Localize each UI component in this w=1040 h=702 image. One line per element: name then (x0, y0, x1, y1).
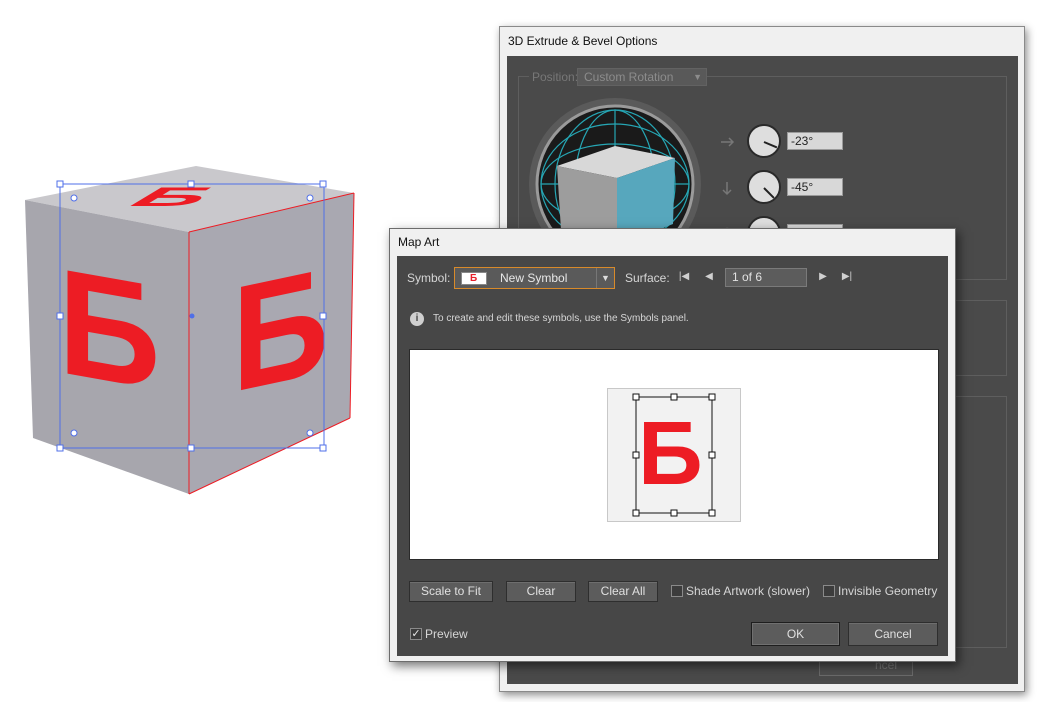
symbol-thumbnail: Б (461, 272, 487, 285)
rotation-x-field[interactable]: -23° (787, 132, 843, 150)
corner-widget (306, 429, 314, 437)
symbol-handle (708, 393, 716, 401)
rotate-y-icon (722, 182, 732, 196)
position-label: Position: (529, 70, 582, 84)
shade-artwork-label: Shade Artwork (slower) (686, 584, 811, 598)
selection-handle (319, 312, 327, 320)
shade-artwork-checkbox[interactable] (671, 585, 683, 597)
dialog-title: Map Art (398, 235, 440, 249)
symbol-handle (632, 393, 640, 401)
last-surface-icon[interactable]: ▶| (839, 269, 855, 285)
rotation-y-field[interactable]: -45° (787, 178, 843, 196)
symbol-handle (670, 393, 678, 401)
center-point (189, 313, 195, 319)
next-surface-icon[interactable]: ▶ (815, 269, 831, 285)
selection-handle (319, 444, 327, 452)
selection-handle (56, 180, 64, 188)
rotation-x-dial[interactable] (747, 124, 781, 158)
symbol-handle (708, 509, 716, 517)
symbol-handle (670, 509, 678, 517)
symbol-select[interactable]: Б New Symbol ▼ (454, 267, 615, 289)
corner-widget (306, 194, 314, 202)
invisible-geometry-checkbox[interactable] (823, 585, 835, 597)
corner-widget (70, 194, 78, 202)
rotate-x-icon (721, 137, 735, 147)
first-surface-icon[interactable]: |◀ (676, 269, 692, 285)
dialog-body: Symbol: Б New Symbol ▼ Surface: |◀ ◀ 1 o… (397, 256, 948, 656)
invisible-geometry-label: Invisible Geometry (838, 584, 938, 598)
corner-widget (70, 429, 78, 437)
chevron-down-icon: ▼ (693, 72, 702, 82)
svg-text:Б: Б (638, 404, 703, 504)
symbol-artwork: Б (632, 393, 716, 517)
preview-label: Preview (425, 627, 468, 641)
symbol-value: New Symbol (500, 271, 568, 285)
dialog-title: 3D Extrude & Bevel Options (508, 34, 658, 48)
symbol-label: Symbol: (407, 271, 451, 285)
symbol-handle (632, 509, 640, 517)
cube-right-glyph: Б (232, 236, 329, 424)
position-select[interactable]: Custom Rotation ▼ (577, 68, 707, 86)
clear-button[interactable]: Clear (506, 581, 576, 602)
symbol-handle (708, 451, 716, 459)
scale-to-fit-button[interactable]: Scale to Fit (409, 581, 493, 602)
selection-handle (56, 312, 64, 320)
surface-preview[interactable]: Б (409, 349, 939, 560)
cube-left-glyph: Б (58, 238, 160, 423)
chevron-down-icon: ▼ (596, 268, 614, 288)
info-text: To create and edit these symbols, use th… (433, 313, 689, 324)
surface-field[interactable]: 1 of 6 (725, 268, 807, 287)
ok-button[interactable]: OK (751, 622, 840, 646)
map-art-dialog: Map Art Symbol: Б New Symbol ▼ Surface: … (389, 228, 956, 662)
symbol-handle (632, 451, 640, 459)
info-icon: i (410, 312, 424, 326)
surface-label: Surface: (625, 271, 670, 285)
clear-all-button[interactable]: Clear All (588, 581, 658, 602)
previous-surface-icon[interactable]: ◀ (701, 269, 717, 285)
selection-handle (56, 444, 64, 452)
selection-handle (187, 444, 195, 452)
position-value: Custom Rotation (584, 70, 674, 84)
mapped-symbol[interactable]: Б (607, 388, 741, 522)
rotation-y-dial[interactable] (747, 170, 781, 204)
rotation-y-row: -45° (711, 170, 851, 206)
preview-checkbox[interactable]: ✓ (410, 628, 422, 640)
rotation-x-row: -23° (711, 124, 851, 160)
cancel-button[interactable]: Cancel (848, 622, 938, 646)
selection-handle (319, 180, 327, 188)
selection-handle (187, 180, 195, 188)
